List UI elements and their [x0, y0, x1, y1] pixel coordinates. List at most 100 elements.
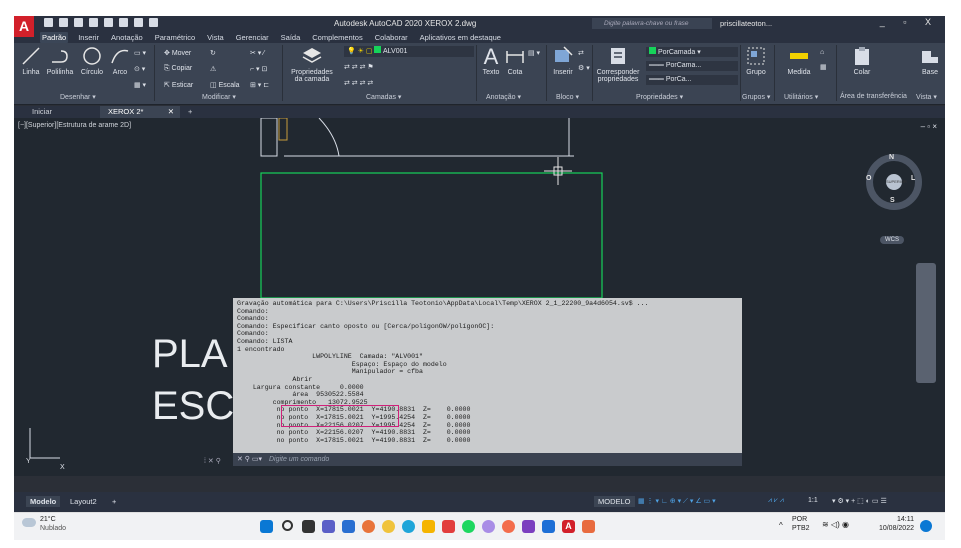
- hatch-icon[interactable]: ⊙ ▾: [134, 65, 145, 73]
- compass-east[interactable]: L: [911, 175, 915, 182]
- add-layout-icon[interactable]: +: [108, 496, 120, 507]
- command-input[interactable]: ✕ ⚲ ▭▾ Digite um comando: [233, 453, 742, 466]
- grid-snap-icons[interactable]: ▦ ⋮ ▾ ∟ ⊕ ▾ ⟋ ▾ ∠ ▭ ▾: [638, 497, 716, 506]
- mirror-icon[interactable]: ⚠: [210, 65, 216, 73]
- group-button[interactable]: Grupo: [742, 45, 770, 76]
- autocad-taskbar-icon[interactable]: A: [562, 520, 575, 533]
- app-icon[interactable]: [522, 520, 535, 533]
- command-customize-icon[interactable]: ✕ ⚲ ▭▾: [237, 453, 262, 466]
- annotation-extra-icons[interactable]: ▤ ▾: [528, 49, 540, 57]
- insert-block-button[interactable]: Inserir: [550, 45, 576, 76]
- user-account[interactable]: priscillateoton...: [720, 19, 772, 28]
- base-view-button[interactable]: Base: [918, 45, 942, 76]
- annotation-panel-label[interactable]: Anotação ▾: [486, 93, 521, 101]
- stretch-button[interactable]: ⇱ Esticar: [164, 81, 193, 89]
- firefox-icon[interactable]: [362, 520, 375, 533]
- clock-time[interactable]: 14:11: [886, 516, 914, 523]
- properties-panel-label[interactable]: Propriedades ▾: [636, 93, 683, 101]
- app-icon[interactable]: [502, 520, 515, 533]
- layer-properties-button[interactable]: Propriedades da camada: [286, 45, 338, 83]
- web-save-icon[interactable]: [104, 18, 113, 27]
- copy-button[interactable]: ⎘ Copiar: [164, 65, 192, 73]
- clock-date[interactable]: 10/08/2022: [870, 525, 914, 532]
- close-tab-icon[interactable]: ✕: [168, 106, 174, 118]
- chrome-icon[interactable]: [382, 520, 395, 533]
- task-view-icon[interactable]: [302, 520, 315, 533]
- chat-icon[interactable]: [322, 520, 335, 533]
- redo-icon[interactable]: [149, 18, 158, 27]
- block-panel-label[interactable]: Bloco ▾: [556, 93, 579, 101]
- start-icon[interactable]: [260, 520, 273, 533]
- tab-saida[interactable]: Saída: [279, 32, 303, 43]
- compass-south[interactable]: S: [890, 197, 895, 204]
- saveas-icon[interactable]: [89, 18, 98, 27]
- polyline-button[interactable]: Polilinha: [44, 45, 76, 76]
- match-properties-button[interactable]: Corresponder propriedades: [594, 45, 642, 83]
- text-button[interactable]: A Texto: [480, 45, 502, 77]
- office-icon[interactable]: [442, 520, 455, 533]
- compass-west[interactable]: O: [866, 175, 871, 182]
- command-grip-icon[interactable]: ⁞ ✕ ⚲: [204, 457, 221, 465]
- spotify-icon[interactable]: [462, 520, 475, 533]
- layers-panel-label[interactable]: Camadas ▾: [366, 93, 401, 101]
- layer-dropdown[interactable]: 💡 ☀ ▢ ALV001: [344, 46, 474, 57]
- weather-temp[interactable]: 21°C: [40, 516, 56, 523]
- trim-icon[interactable]: ✂ ▾ ⁄: [250, 49, 264, 57]
- tab-modelo[interactable]: Modelo: [26, 496, 61, 507]
- fillet-icon[interactable]: ⌐ ▾ ⊡: [250, 65, 267, 73]
- viewcube-top-face[interactable]: SUPERIOR: [886, 174, 907, 190]
- tab-inserir[interactable]: Inserir: [76, 32, 101, 43]
- network-volume-icons[interactable]: ≋ ◁) ◉: [822, 520, 849, 529]
- measure-button[interactable]: Medida: [782, 45, 816, 76]
- navigation-bar[interactable]: [916, 263, 936, 383]
- tray-chevron-icon[interactable]: ^: [779, 521, 783, 530]
- clipboard-panel-label[interactable]: Área de transferência: [840, 93, 907, 100]
- move-button[interactable]: ✥ Mover: [164, 49, 191, 57]
- modify-panel-label[interactable]: Modificar ▾: [202, 93, 236, 101]
- search-input[interactable]: Digite palavra-chave ou frase: [592, 18, 712, 29]
- tab-complementos[interactable]: Complementos: [310, 32, 364, 43]
- paste-button[interactable]: Colar: [848, 45, 876, 76]
- status-tools-icons[interactable]: ▾ ⚙ ▾ + ⬚ ◐ ▭ ☰: [832, 497, 887, 505]
- dimension-button[interactable]: Cota: [504, 45, 526, 76]
- block-tools-icons[interactable]: ⇄ ⚙ ▾: [578, 49, 590, 72]
- language-code[interactable]: POR: [792, 516, 807, 523]
- vscode-icon[interactable]: [542, 520, 555, 533]
- utilities-extra-icons[interactable]: ⌂ ▦: [820, 49, 827, 71]
- arc-button[interactable]: Arco: [108, 45, 132, 76]
- tab-xerox2[interactable]: XEROX 2* ✕: [100, 106, 180, 118]
- app-icon[interactable]: [482, 520, 495, 533]
- line-button[interactable]: Linha: [18, 45, 44, 76]
- undo-icon[interactable]: [134, 18, 143, 27]
- file-explorer-icon[interactable]: [422, 520, 435, 533]
- new-icon[interactable]: [44, 18, 53, 27]
- annotation-scale-icons[interactable]: ⩘ ⩗ ⩘: [768, 497, 784, 505]
- rotate-icon[interactable]: ↻: [210, 49, 216, 57]
- tab-layout2[interactable]: Layout2: [66, 496, 101, 507]
- annotation-scale[interactable]: 1:1: [808, 497, 818, 504]
- edge-icon[interactable]: [402, 520, 415, 533]
- search-icon[interactable]: [282, 520, 293, 531]
- window-controls[interactable]: _ ▫ X: [880, 17, 939, 27]
- layer-state-icons[interactable]: ⇄ ⇄ ⇄ ⇄: [344, 79, 373, 87]
- layer-tools-icons[interactable]: ⇄ ⇄ ⇄ ⚑: [344, 63, 374, 71]
- draw-panel-label[interactable]: Desenhar ▾: [60, 93, 96, 101]
- scale-button[interactable]: ◫ Escala: [210, 81, 240, 89]
- viewcube[interactable]: SUPERIOR N S O L: [866, 154, 922, 210]
- array-icon[interactable]: ⊞ ▾ ⊏: [250, 81, 269, 89]
- notification-icon[interactable]: [920, 520, 932, 532]
- tab-anotacao[interactable]: Anotação: [109, 32, 145, 43]
- mail-icon[interactable]: [342, 520, 355, 533]
- tab-colaborar[interactable]: Colaborar: [373, 32, 410, 43]
- keyboard-layout[interactable]: PTB2: [792, 525, 810, 532]
- rectangle-icon[interactable]: ▭ ▾: [134, 49, 146, 57]
- command-history[interactable]: Gravação automática para C:\Users\Prisci…: [233, 298, 742, 453]
- compass-north[interactable]: N: [889, 154, 894, 161]
- model-space-toggle[interactable]: MODELO: [594, 496, 635, 507]
- wcs-menu[interactable]: WCS: [880, 236, 904, 244]
- utilities-panel-label[interactable]: Utilitários ▾: [784, 93, 818, 101]
- color-dropdown[interactable]: PorCamada ▾: [646, 47, 738, 57]
- plot-icon[interactable]: [119, 18, 128, 27]
- gradient-icon[interactable]: ▦ ▾: [134, 81, 146, 89]
- weather-desc[interactable]: Nublado: [40, 525, 66, 532]
